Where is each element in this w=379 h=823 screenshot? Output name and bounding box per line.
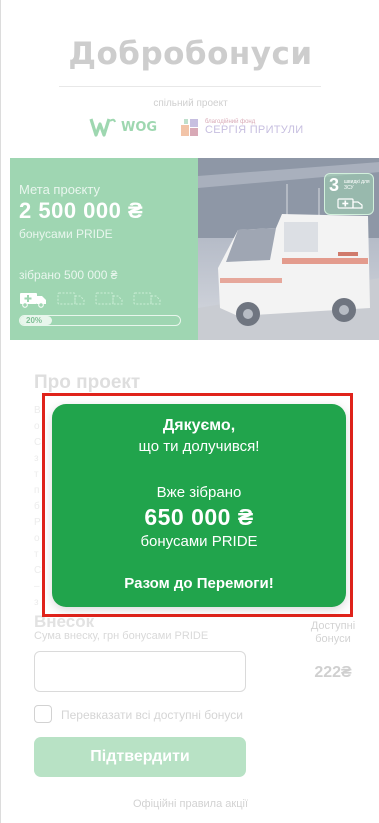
thank-you-modal[interactable]: Дякуємо, що ти долучився! Вже зібрано 65… bbox=[52, 404, 346, 607]
collected-label: зібрано 500 000 ₴ bbox=[19, 268, 118, 282]
fund-emblem-icon bbox=[181, 119, 198, 136]
modal-joined-text: що ти долучився! bbox=[138, 438, 260, 455]
goal-label: Мета проєкту bbox=[19, 182, 100, 197]
modal-collected-amount: 650 000 ₴ bbox=[144, 504, 254, 530]
page-title: Добробонуси bbox=[68, 36, 313, 72]
ambulance-count: 3 bbox=[329, 175, 340, 195]
header-divider bbox=[59, 86, 321, 87]
modal-amount-unit: бонусами PRIDE bbox=[140, 533, 258, 550]
modal-slogan: Разом до Перемоги! bbox=[124, 575, 274, 592]
ambulance-icon bbox=[20, 293, 46, 308]
ambulance-progress-icons bbox=[19, 290, 189, 310]
ambulance-outline-icon bbox=[95, 292, 123, 305]
confirm-button[interactable]: Підтвердити bbox=[34, 737, 246, 777]
contribution-amount-input[interactable] bbox=[34, 651, 246, 692]
goal-unit: бонусами PRIDE bbox=[19, 227, 113, 241]
ambulance-count-badge: 3 швидкі для ЗСУ bbox=[324, 173, 374, 215]
ambulance-icon bbox=[337, 198, 363, 209]
goal-progress-label: 20% bbox=[26, 316, 43, 325]
banner-ambulance-photo: 3 швидкі для ЗСУ bbox=[198, 158, 379, 340]
banner-goal-panel: Мета проєкту 2 500 000 ₴ бонусами PRIDE … bbox=[10, 158, 198, 340]
modal-collected-label: Вже зібрано bbox=[156, 484, 242, 501]
project-banner: Мета проєкту 2 500 000 ₴ бонусами PRIDE … bbox=[10, 158, 379, 340]
joint-project-label: спільний проект bbox=[153, 98, 228, 109]
use-all-bonuses-label[interactable]: Перевказати всі доступні бонуси bbox=[61, 708, 243, 722]
official-rules-link[interactable]: Офіційні правила акції bbox=[1, 798, 379, 810]
fund-logo-text: благодійний фонд СЕРГІЯ ПРИТУЛИ bbox=[205, 119, 303, 136]
ambulance-outline-icon bbox=[133, 292, 161, 305]
ambulance-outline-icon bbox=[57, 292, 85, 305]
page: Добробонуси спільний проект WOG благодій… bbox=[0, 0, 379, 823]
available-bonuses-value: 222₴ bbox=[314, 664, 352, 681]
wog-logo: WOG bbox=[89, 115, 157, 139]
goal-progress-bar: 20% bbox=[19, 315, 181, 326]
partner-logos: WOG благодійний фонд СЕРГІЯ ПРИТУЛИ bbox=[89, 113, 319, 141]
available-bonuses-label: Доступні бонуси bbox=[310, 620, 356, 645]
wog-logo-text: WOG bbox=[121, 119, 158, 135]
ambulance-count-text: швидкі для ЗСУ bbox=[344, 179, 370, 191]
fund-name: СЕРГІЯ ПРИТУЛИ bbox=[205, 123, 304, 136]
contribution-hint: Сума внеску, грн бонусами PRIDE bbox=[34, 630, 209, 642]
goal-amount: 2 500 000 ₴ bbox=[19, 198, 144, 223]
about-title: Про проект bbox=[34, 372, 141, 393]
modal-thanks: Дякуємо, bbox=[162, 417, 236, 434]
use-all-bonuses-checkbox[interactable] bbox=[34, 705, 52, 723]
wog-emblem-icon bbox=[89, 118, 116, 137]
fund-logo: благодійний фонд СЕРГІЯ ПРИТУЛИ bbox=[179, 113, 303, 141]
